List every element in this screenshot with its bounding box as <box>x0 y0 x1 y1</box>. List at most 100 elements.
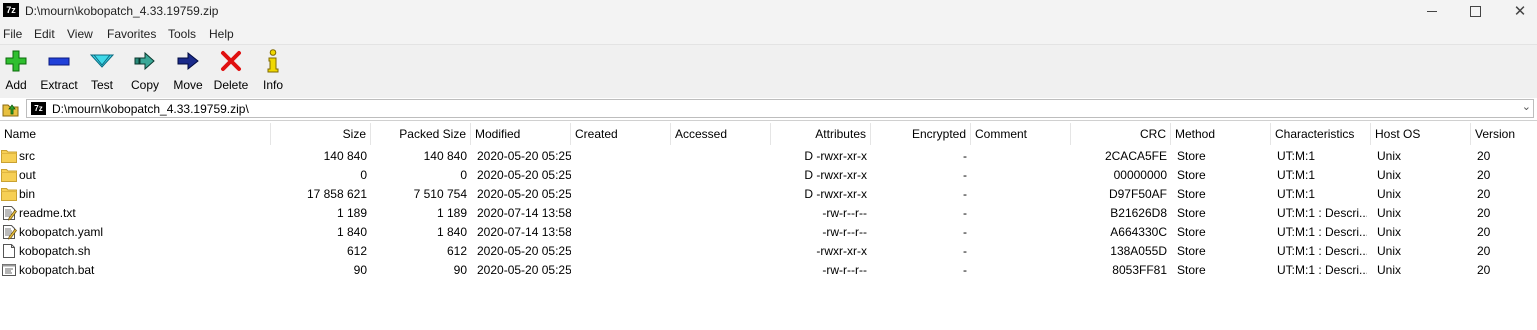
table-row[interactable]: kobopatch.bat 90 90 2020-05-20 05:25 -rw-r--… <box>0 261 1537 280</box>
cell-created <box>577 223 671 242</box>
column-header-encrypted[interactable]: Encrypted <box>871 123 971 145</box>
cell-method: Store <box>1177 206 1206 220</box>
cell-packed: 1 189 <box>436 206 467 220</box>
cell-attributes: D -rwxr-xr-x <box>804 149 867 163</box>
delete-label: Delete <box>213 78 249 92</box>
cell-crc: 2CACA5FE <box>1104 149 1167 163</box>
menu-file[interactable]: File <box>3 27 22 41</box>
cell-host-os: Unix <box>1377 244 1402 258</box>
up-folder-button[interactable] <box>0 100 22 118</box>
cell-encrypted: - <box>963 206 967 220</box>
maximize-button[interactable] <box>1452 0 1498 22</box>
cell-version: 20 <box>1477 225 1491 239</box>
cell-accessed <box>677 166 771 185</box>
cell-attributes: D -rwxr-xr-x <box>804 168 867 182</box>
cell-characteristics: UT:M:1 <box>1277 168 1316 182</box>
table-row[interactable]: kobopatch.sh 612 612 2020-05-20 05:25 -rwxr-… <box>0 242 1537 261</box>
cell-modified: 2020-07-14 13:58 <box>477 206 571 220</box>
cell-attributes: -rw-r--r-- <box>822 206 867 220</box>
cell-version: 20 <box>1477 206 1491 220</box>
menu-edit[interactable]: Edit <box>34 27 55 41</box>
close-button[interactable]: ✕ <box>1497 0 1537 22</box>
table-row[interactable]: readme.txt 1 189 1 189 2020-07-14 13:58 -rw-… <box>0 204 1537 223</box>
info-button[interactable]: Info <box>261 49 285 95</box>
cell-size: 1 840 <box>336 225 367 239</box>
cell-encrypted: - <box>963 187 967 201</box>
cell-encrypted: - <box>963 263 967 277</box>
window-title: D:\mourn\kobopatch_4.33.19759.zip <box>25 4 219 18</box>
menu-view[interactable]: View <box>67 27 93 41</box>
path-input[interactable]: 7z D:\mourn\kobopatch_4.33.19759.zip\ ⌄ <box>26 99 1534 118</box>
extract-icon <box>47 49 71 73</box>
table-row[interactable]: kobopatch.yaml 1 840 1 840 2020-07-14 13:58… <box>0 223 1537 242</box>
cell-host-os: Unix <box>1377 168 1402 182</box>
cell-modified: 2020-05-20 05:25 <box>477 244 571 258</box>
add-button[interactable]: Add <box>2 49 30 95</box>
column-header-characteristics[interactable]: Characteristics <box>1271 123 1371 145</box>
file-name: kobopatch.yaml <box>19 225 104 239</box>
cell-characteristics: UT:M:1 : Descri... <box>1277 206 1367 220</box>
column-header-name[interactable]: Name <box>0 123 271 145</box>
column-header-attributes[interactable]: Attributes <box>771 123 871 145</box>
cell-size: 90 <box>353 263 367 277</box>
delete-button[interactable]: Delete <box>213 49 249 95</box>
column-header-comment[interactable]: Comment <box>971 123 1071 145</box>
close-icon: ✕ <box>1513 2 1527 20</box>
minimize-button[interactable] <box>1409 0 1455 22</box>
file-name: src <box>19 149 35 163</box>
extract-button[interactable]: Extract <box>38 49 80 95</box>
cell-packed: 1 840 <box>436 225 467 239</box>
minimize-icon <box>1427 10 1437 12</box>
cell-version: 20 <box>1477 244 1491 258</box>
cell-host-os: Unix <box>1377 263 1402 277</box>
table-row[interactable]: bin 17 858 621 7 510 754 2020-05-20 05:25 D … <box>0 185 1537 204</box>
info-label: Info <box>262 78 283 92</box>
column-header-accessed[interactable]: Accessed <box>671 123 771 145</box>
column-header-modified[interactable]: Modified <box>471 123 571 145</box>
column-header-packed-size[interactable]: Packed Size <box>371 123 471 145</box>
column-header-created[interactable]: Created <box>571 123 671 145</box>
cell-crc: A664330C <box>1110 225 1167 239</box>
cell-encrypted: - <box>963 149 967 163</box>
move-label: Move <box>173 78 203 92</box>
add-icon <box>4 49 28 73</box>
column-header-version[interactable]: Version <box>1471 123 1537 145</box>
cell-version: 20 <box>1477 149 1491 163</box>
move-icon <box>176 49 200 73</box>
cell-size: 17 858 621 <box>306 187 367 201</box>
test-button[interactable]: Test <box>88 49 116 95</box>
column-header-method[interactable]: Method <box>1171 123 1271 145</box>
cell-accessed <box>677 242 771 261</box>
cell-encrypted: - <box>963 244 967 258</box>
chevron-down-icon[interactable]: ⌄ <box>1522 100 1531 113</box>
copy-button[interactable]: Copy <box>129 49 161 95</box>
menu-help[interactable]: Help <box>209 27 234 41</box>
folder-icon <box>1 167 17 183</box>
cell-method: Store <box>1177 263 1206 277</box>
cell-version: 20 <box>1477 168 1491 182</box>
cell-comment <box>977 166 1071 185</box>
menu-favorites[interactable]: Favorites <box>107 27 156 41</box>
cell-host-os: Unix <box>1377 225 1402 239</box>
cell-attributes: -rw-r--r-- <box>822 263 867 277</box>
archive-icon: 7z <box>31 102 46 115</box>
column-header-crc[interactable]: CRC <box>1071 123 1171 145</box>
cell-comment <box>977 223 1071 242</box>
maximize-icon <box>1469 5 1481 17</box>
column-header-size[interactable]: Size <box>271 123 371 145</box>
cell-modified: 2020-05-20 05:25 <box>477 168 571 182</box>
table-row[interactable]: src 140 840 140 840 2020-05-20 05:25 D -rwxr… <box>0 147 1537 166</box>
menu-tools[interactable]: Tools <box>168 27 196 41</box>
cell-method: Store <box>1177 244 1206 258</box>
move-button[interactable]: Move <box>171 49 205 95</box>
table-row[interactable]: out 0 0 2020-05-20 05:25 D -rwxr-xr-x - 000000… <box>0 166 1537 185</box>
cell-created <box>577 185 671 204</box>
cell-comment <box>977 204 1071 223</box>
toolbar: Add Extract Test Copy Move Delete Info <box>0 44 1537 99</box>
cell-packed: 0 <box>460 168 467 182</box>
cell-packed: 612 <box>446 244 467 258</box>
address-bar: 7z D:\mourn\kobopatch_4.33.19759.zip\ ⌄ <box>0 98 1537 121</box>
column-header-host-os[interactable]: Host OS <box>1371 123 1471 145</box>
cell-characteristics: UT:M:1 <box>1277 187 1316 201</box>
cell-version: 20 <box>1477 263 1491 277</box>
